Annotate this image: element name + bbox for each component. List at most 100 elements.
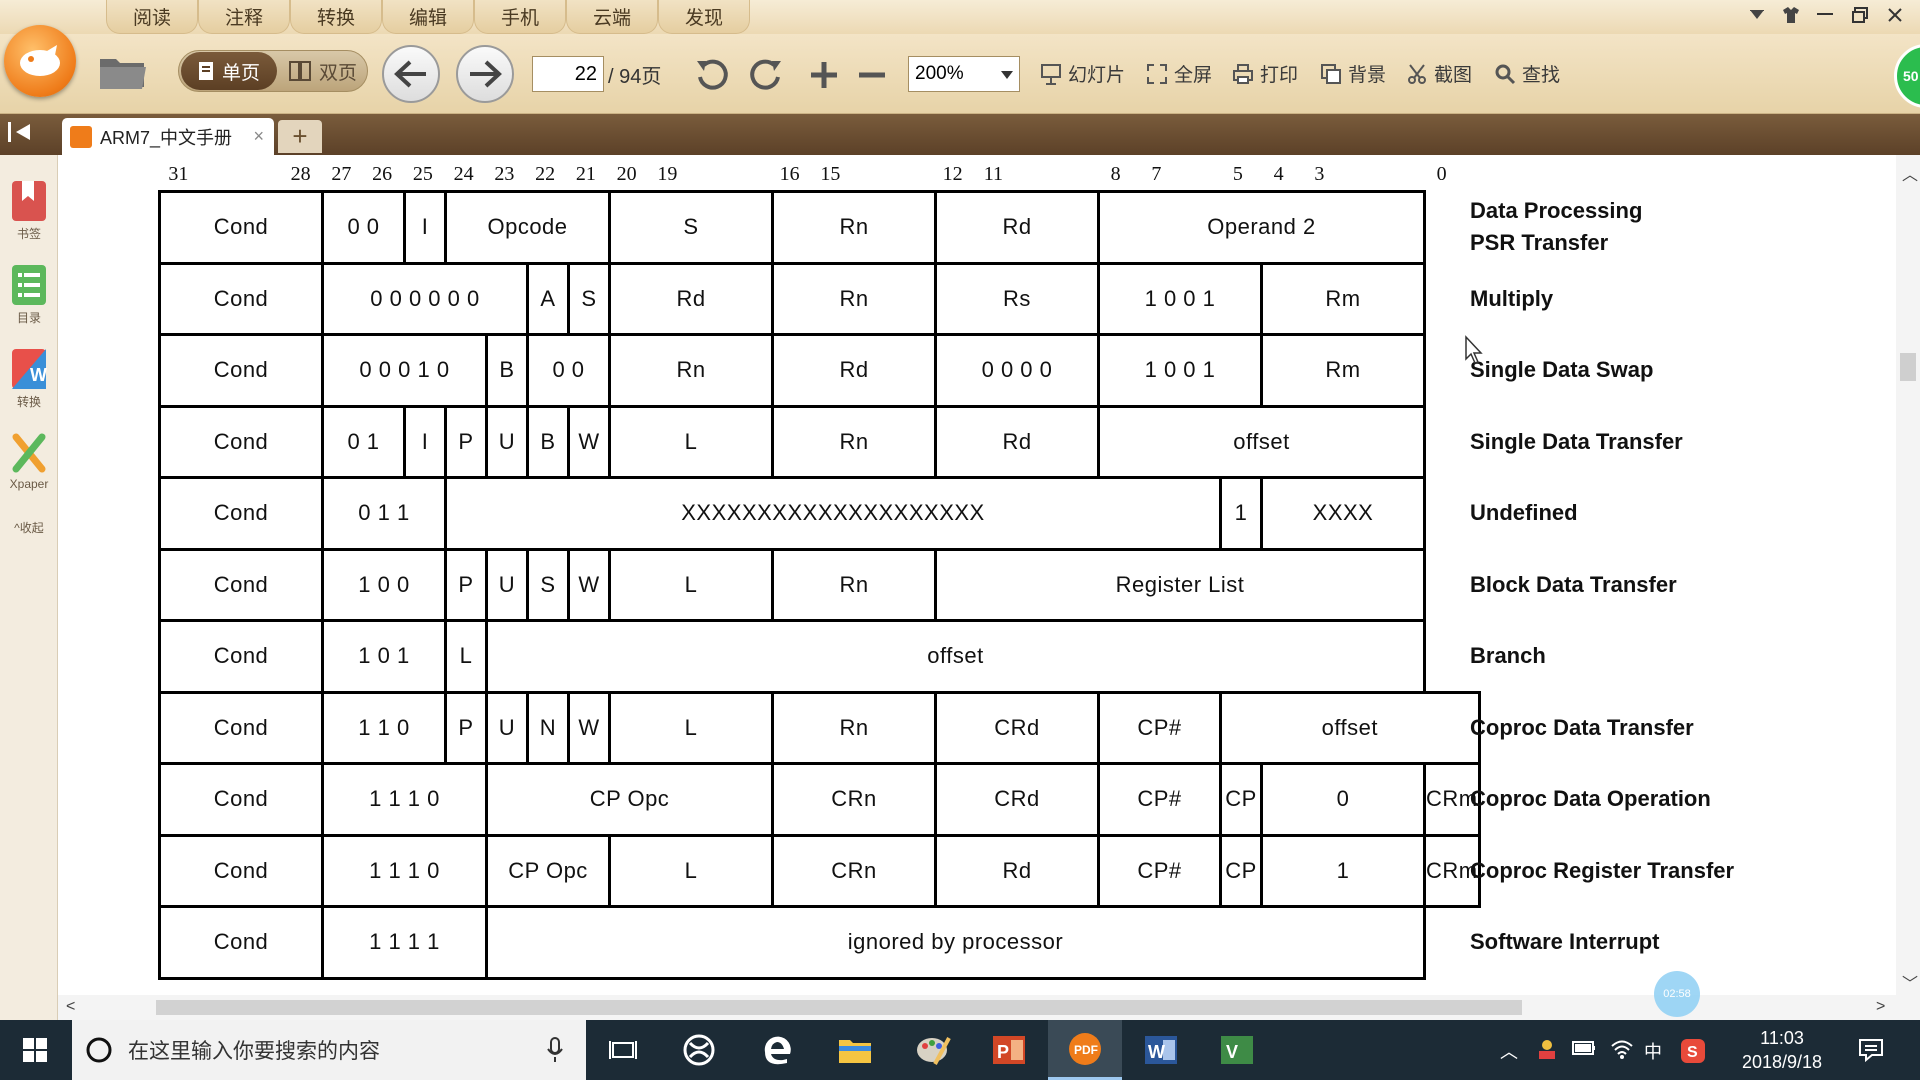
menu-tab-annotate[interactable]: 注释: [198, 0, 290, 34]
format-name-label: PSR Transfer: [1470, 230, 1609, 255]
open-folder-icon[interactable]: [96, 48, 150, 94]
minimize-icon[interactable]: [1810, 2, 1840, 28]
restore-icon[interactable]: [1845, 2, 1875, 28]
single-page-button[interactable]: 单页: [181, 52, 277, 90]
table-cell: Rn: [771, 690, 937, 765]
table-cell: A: [526, 261, 570, 336]
powerpoint-button[interactable]: P: [972, 1020, 1046, 1080]
file-explorer-button[interactable]: [818, 1020, 892, 1080]
menu-tab-discover[interactable]: 发现: [658, 0, 750, 34]
table-cell: Rs: [934, 261, 1100, 336]
taskbar-search-box[interactable]: 在这里输入你要搜索的内容: [72, 1020, 586, 1080]
vertical-scrollbar[interactable]: ︿ ﹀: [1896, 155, 1920, 995]
horizontal-scrollbar[interactable]: < >: [58, 995, 1920, 1020]
scroll-left-icon[interactable]: <: [66, 998, 75, 1016]
zoom-out-icon[interactable]: [852, 55, 892, 95]
rotate-left-icon[interactable]: [692, 55, 732, 95]
previous-page-button[interactable]: [382, 45, 440, 103]
toc-icon: [12, 265, 46, 305]
zoom-in-icon[interactable]: [804, 55, 844, 95]
scroll-right-icon[interactable]: >: [1876, 998, 1885, 1016]
rotate-right-icon[interactable]: [746, 55, 786, 95]
menu-tab-convert[interactable]: 转换: [290, 0, 382, 34]
clock-date: 2018/9/18: [1741, 1052, 1823, 1072]
battery-icon[interactable]: [1572, 1038, 1596, 1058]
page-number-input[interactable]: 22: [532, 56, 604, 92]
table-cell: offset: [1097, 404, 1426, 479]
collapse-sidebar-icon[interactable]: [8, 122, 44, 148]
sidebar-item-convert[interactable]: W 转换: [0, 347, 58, 410]
sogou-ime-icon[interactable]: S: [1680, 1038, 1706, 1064]
background-label: 背景: [1348, 65, 1387, 86]
wifi-icon[interactable]: [1610, 1038, 1634, 1060]
document-viewport[interactable]: 31 28 27 26 25 24 23 22 21 20 19 16 15 12 11 8 7 5 4 3 0 Con…: [58, 155, 1896, 995]
notification-center-icon[interactable]: [1858, 1038, 1884, 1062]
menu-dropdown-icon[interactable]: [1742, 2, 1772, 28]
close-tab-icon[interactable]: ×: [253, 126, 264, 147]
paint-app-button[interactable]: [896, 1020, 970, 1080]
bit-number-row: 31 28 27 26 25 24 23 22 21 20 19 16 15 12 11 8 7 5 4 3 0: [58, 155, 1558, 185]
print-button[interactable]: 打印: [1232, 60, 1298, 87]
word-button[interactable]: W: [1124, 1020, 1198, 1080]
svg-text:P: P: [997, 1042, 1009, 1062]
menu-tab-mobile[interactable]: 手机: [474, 0, 566, 34]
page-total-label: / 94页: [608, 66, 662, 88]
vertical-scroll-thumb[interactable]: [1900, 353, 1916, 381]
fullscreen-button[interactable]: 全屏: [1146, 60, 1212, 87]
edge-browser-button[interactable]: [740, 1020, 814, 1080]
tray-expand-icon[interactable]: ︿: [1500, 1038, 1518, 1064]
new-tab-button[interactable]: +: [278, 120, 322, 153]
taskbar-clock[interactable]: 11:03 2018/9/18: [1712, 1026, 1852, 1074]
microphone-icon[interactable]: [546, 1037, 564, 1063]
pdf-file-icon: [70, 125, 92, 148]
format-name-label: Block Data Transfer: [1470, 571, 1677, 597]
table-cell: 1 1 0: [321, 690, 447, 765]
tray-user-icon[interactable]: [1536, 1038, 1558, 1060]
slideshow-button[interactable]: 幻灯片: [1040, 60, 1125, 87]
skin-icon[interactable]: [1776, 2, 1806, 28]
screenshot-button[interactable]: 截图: [1406, 60, 1472, 87]
background-button[interactable]: 背景: [1320, 60, 1386, 87]
table-cell: 1: [1260, 833, 1426, 908]
app-logo[interactable]: [4, 25, 76, 97]
snipping-app-button[interactable]: [662, 1020, 736, 1080]
menu-tab-edit[interactable]: 编辑: [382, 0, 474, 34]
sidebar-item-bookmarks[interactable]: 书签: [0, 179, 58, 242]
next-page-button[interactable]: [456, 45, 514, 103]
bit-number-label: 11: [983, 163, 1004, 185]
bit-number-label: 3: [1314, 163, 1325, 185]
bookmark-icon: [12, 181, 46, 221]
find-button[interactable]: 查找: [1494, 60, 1560, 87]
table-row: Cond 0 0 I Opcode S Rn Rd Operand 2: [158, 190, 1480, 265]
bit-number-label: 25: [412, 163, 433, 185]
print-label: 打印: [1260, 65, 1299, 86]
sidebar-item-xpaper[interactable]: Xpaper: [0, 431, 58, 491]
menu-tab-read[interactable]: 阅读: [106, 0, 198, 34]
scroll-up-icon[interactable]: ︿: [1902, 161, 1918, 185]
task-view-button[interactable]: [586, 1020, 660, 1080]
bit-number-label: 31: [168, 163, 189, 185]
menu-tab-cloud[interactable]: 云端: [566, 0, 658, 34]
sidebar-item-toc[interactable]: 目录: [0, 263, 58, 326]
double-page-button[interactable]: 双页: [279, 51, 367, 91]
visio-icon: V: [1221, 1036, 1253, 1064]
start-button[interactable]: [0, 1020, 70, 1080]
ime-indicator[interactable]: 中: [1644, 1038, 1662, 1064]
document-tab[interactable]: ARM7_中文手册 ×: [62, 118, 274, 155]
scroll-down-icon[interactable]: ﹀: [1902, 970, 1918, 994]
table-cell: 0 1: [321, 404, 406, 479]
table-cell: CP: [1219, 762, 1263, 837]
horizontal-scroll-thumb[interactable]: [156, 1000, 1522, 1015]
table-cell: CP#: [1097, 690, 1222, 765]
table-cell: U: [485, 404, 529, 479]
table-cell: S: [526, 547, 570, 622]
close-window-icon[interactable]: [1880, 2, 1910, 28]
document-tab-title: ARM7_中文手册: [100, 127, 233, 148]
sidebar-collapse-button[interactable]: ^收起: [0, 517, 58, 536]
zoom-select[interactable]: 200%: [908, 56, 1020, 92]
slideshow-label: 幻灯片: [1068, 65, 1126, 86]
screenshot-label: 截图: [1434, 65, 1473, 86]
floating-timer-badge[interactable]: 02:58: [1654, 971, 1700, 1017]
foxit-pdf-button[interactable]: PDF: [1048, 1020, 1122, 1080]
visio-button[interactable]: V: [1200, 1020, 1274, 1080]
